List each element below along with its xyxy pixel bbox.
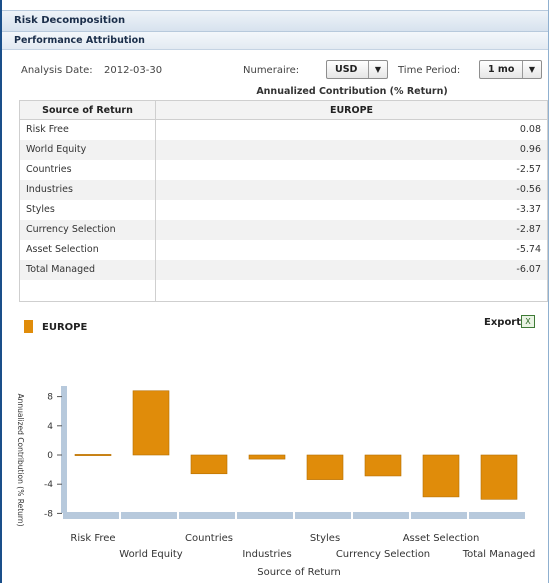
bar-currency-selection — [364, 454, 402, 477]
legend-swatch — [24, 320, 33, 333]
row-value: -5.74 — [155, 239, 548, 260]
table-row: Total Managed -6.07 — [19, 259, 548, 280]
x-axis-segment — [237, 512, 293, 519]
bar-industries — [248, 454, 286, 460]
export-link[interactable]: Export — [484, 317, 521, 328]
row-source: Total Managed — [19, 259, 156, 280]
numeraire-value: USD — [335, 64, 358, 75]
x-axis-segment — [121, 512, 177, 519]
y-tick-label: -8 — [44, 509, 53, 519]
x-axis-segment — [411, 512, 467, 519]
x-tick-label: Industries — [242, 549, 291, 560]
bar-asset-selection — [422, 454, 460, 498]
numeraire-label: Numeraire: — [243, 65, 300, 76]
bar-countries — [190, 454, 228, 475]
row-value: -2.87 — [155, 219, 548, 240]
row-source-empty — [19, 279, 156, 302]
table-row: Styles -3.37 — [19, 199, 548, 220]
row-value: 0.08 — [155, 119, 548, 140]
row-source: Currency Selection — [19, 219, 156, 240]
x-tick-label: World Equity — [119, 549, 183, 560]
x-tick-label: Countries — [185, 533, 233, 544]
table-row: Currency Selection -2.87 — [19, 219, 548, 240]
section-title: Performance Attribution — [2, 32, 548, 50]
bar-styles — [306, 454, 344, 480]
table-group-title: Annualized Contribution (% Return) — [256, 86, 448, 97]
y-tick-label: 0 — [47, 451, 53, 461]
row-value-empty — [155, 279, 548, 302]
time-period-value: 1 mo — [488, 64, 515, 75]
y-tick-label: 4 — [47, 422, 53, 432]
bar-risk-free — [74, 454, 112, 456]
row-value: -6.07 — [155, 259, 548, 280]
x-axis-title: Source of Return — [257, 567, 341, 578]
row-value: -3.37 — [155, 199, 548, 220]
table-row: Risk Free 0.08 — [19, 119, 548, 140]
column-header-source: Source of Return — [19, 100, 156, 120]
bar-total-managed — [480, 454, 518, 500]
y-tick-label: -4 — [44, 480, 53, 490]
x-tick-label: Currency Selection — [336, 549, 430, 560]
y-axis-title: Annualized Contribution (% Return) — [16, 393, 25, 526]
x-tick-label: Styles — [310, 533, 340, 544]
table-row-empty — [19, 279, 548, 302]
x-tick-label: Asset Selection — [403, 533, 480, 544]
excel-icon[interactable]: X — [521, 315, 535, 328]
chevron-down-icon: ▼ — [368, 61, 387, 78]
time-period-select[interactable]: 1 mo ▼ — [479, 60, 542, 79]
row-source: World Equity — [19, 139, 156, 160]
x-axis-segment — [295, 512, 351, 519]
contribution-bar-chart: 8 4 0 -4 -8 Annualized Contribution (% Return… — [16, 386, 536, 578]
x-tick-label: Risk Free — [70, 533, 115, 544]
table-row: Industries -0.56 — [19, 179, 548, 200]
legend-label: EUROPE — [42, 322, 88, 333]
row-value: 0.96 — [155, 139, 548, 160]
x-axis-segment — [353, 512, 409, 519]
table-row: Asset Selection -5.74 — [19, 239, 548, 260]
row-value: -2.57 — [155, 159, 548, 180]
y-axis-bar — [61, 386, 67, 513]
x-axis-segment — [179, 512, 235, 519]
row-source: Industries — [19, 179, 156, 200]
row-value: -0.56 — [155, 179, 548, 200]
table-row: Countries -2.57 — [19, 159, 548, 180]
row-source: Asset Selection — [19, 239, 156, 260]
analysis-date-label: Analysis Date: — [21, 65, 93, 76]
row-source: Styles — [19, 199, 156, 220]
attribution-table: Source of Return EUROPE Risk Free 0.08 Wo… — [19, 100, 548, 302]
numeraire-select[interactable]: USD ▼ — [326, 60, 388, 79]
x-axis-segment — [63, 512, 119, 519]
y-tick-label: 8 — [47, 393, 53, 403]
x-axis-segment — [469, 512, 525, 519]
x-tick-label: Total Managed — [462, 549, 536, 560]
row-source: Risk Free — [19, 119, 156, 140]
table-row: World Equity 0.96 — [19, 139, 548, 160]
analysis-date-value: 2012-03-30 — [104, 65, 163, 76]
chevron-down-icon: ▼ — [522, 61, 541, 78]
column-header-europe: EUROPE — [155, 100, 548, 120]
bar-world-equity — [132, 390, 170, 456]
time-period-label: Time Period: — [398, 65, 461, 76]
panel-title: Risk Decomposition — [2, 10, 548, 32]
row-source: Countries — [19, 159, 156, 180]
